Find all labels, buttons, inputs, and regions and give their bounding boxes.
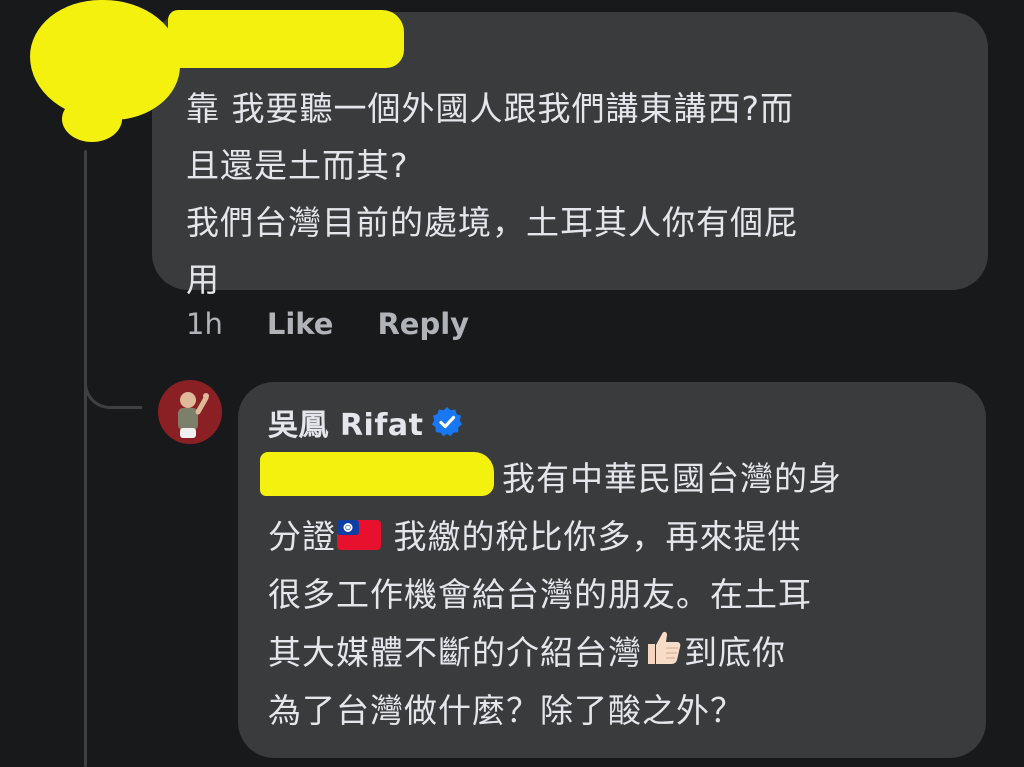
redacted-avatar-smear	[62, 96, 122, 142]
comment-actions: 1h Like Reply	[186, 302, 513, 346]
thread-connector-line	[84, 150, 87, 767]
reply-text-segment: 很多工作機會給台灣的朋友。在土耳	[268, 575, 812, 614]
thumbs-up-emoji	[648, 631, 681, 664]
reply-text-segment: 分證	[268, 517, 336, 556]
parent-comment-line: 靠 我要聽一個外國人跟我們講東講西?而	[186, 89, 795, 128]
parent-comment-text: 靠 我要聽一個外國人跟我們講東講西?而 且還是土而其? 我們台灣目前的處境，土耳…	[186, 80, 958, 308]
verified-badge-icon	[432, 407, 463, 437]
reply-text-segment: 為了台灣做什麼？除了酸之外？	[268, 691, 744, 730]
reply-text-segment: 我有中華民國台灣的身	[502, 459, 842, 498]
author-name[interactable]: 吳鳳 Rifat	[268, 400, 423, 444]
parent-comment-line: 用	[186, 260, 220, 299]
reply-text-segment: 其大媒體不斷的介紹台灣	[268, 633, 642, 672]
reply-author-row: 吳鳳 Rifat	[268, 400, 960, 444]
like-button[interactable]: Like	[267, 307, 334, 341]
redacted-author-name	[168, 10, 404, 68]
reply-text-segment: 我繳的稅比你多，再來提供	[382, 517, 802, 556]
reply-comment-bubble: 吳鳳 Rifat 我有中華民國台灣的身分證 我繳的稅比你多，再來提供很多工作機會…	[238, 382, 986, 758]
avatar-image	[158, 380, 222, 444]
thread-branch-line	[84, 365, 142, 409]
avatar[interactable]	[158, 380, 222, 444]
reply-comment-text: 我有中華民國台灣的身分證 我繳的稅比你多，再來提供很多工作機會給台灣的朋友。在土…	[260, 450, 960, 740]
reply-text-segment: 到底你	[684, 633, 786, 672]
taiwan-flag-emoji	[337, 520, 381, 550]
parent-comment-line: 我們台灣目前的處境，土耳其人你有個屁	[186, 203, 798, 242]
parent-comment-line: 且還是土而其?	[186, 146, 409, 185]
comment-timestamp[interactable]: 1h	[186, 307, 223, 341]
redacted-mention	[260, 452, 494, 496]
reply-button[interactable]: Reply	[377, 307, 469, 341]
